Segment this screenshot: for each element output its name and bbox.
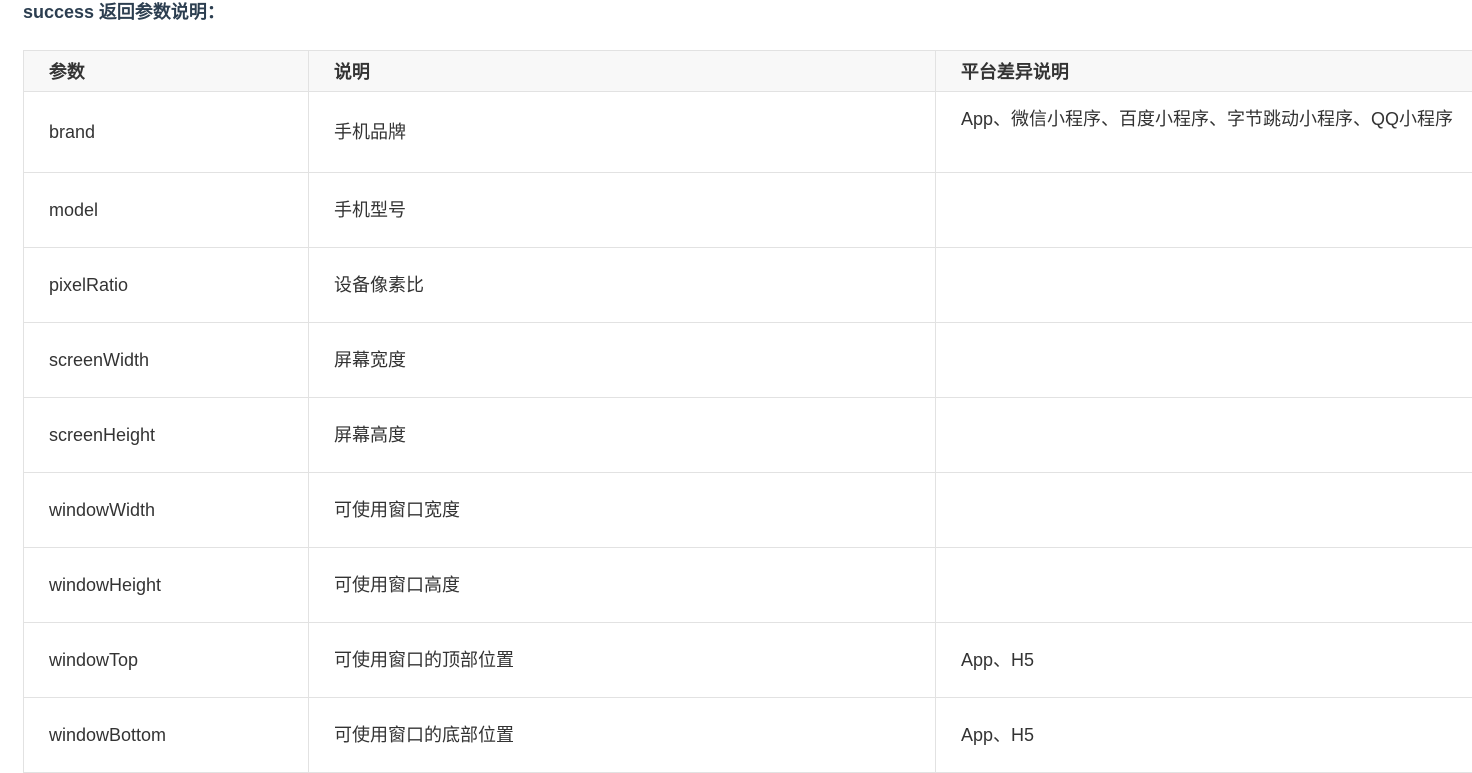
param-name-cell: model bbox=[24, 173, 309, 248]
header-platform-diff: 平台差异说明 bbox=[936, 51, 1472, 92]
table-row: windowWidth 可使用窗口宽度 bbox=[24, 473, 1472, 548]
table-row: screenHeight 屏幕高度 bbox=[24, 398, 1472, 473]
param-name-cell: pixelRatio bbox=[24, 248, 309, 323]
param-platform-cell bbox=[936, 323, 1472, 398]
param-description-cell: 可使用窗口高度 bbox=[309, 548, 936, 623]
param-description-cell: 可使用窗口的顶部位置 bbox=[309, 623, 936, 698]
param-platform-cell bbox=[936, 548, 1472, 623]
table-row: windowBottom 可使用窗口的底部位置 App、H5 bbox=[24, 698, 1472, 773]
header-description: 说明 bbox=[309, 51, 936, 92]
header-param: 参数 bbox=[24, 51, 309, 92]
param-name-cell: windowHeight bbox=[24, 548, 309, 623]
param-description-cell: 手机型号 bbox=[309, 173, 936, 248]
param-platform-cell bbox=[936, 473, 1472, 548]
table-row: model 手机型号 bbox=[24, 173, 1472, 248]
param-platform-cell: App、H5 bbox=[936, 698, 1472, 773]
param-description-cell: 屏幕宽度 bbox=[309, 323, 936, 398]
param-platform-cell bbox=[936, 398, 1472, 473]
param-name-cell: windowTop bbox=[24, 623, 309, 698]
table-row: windowHeight 可使用窗口高度 bbox=[24, 548, 1472, 623]
param-name-cell: screenHeight bbox=[24, 398, 309, 473]
param-name-cell: brand bbox=[24, 92, 309, 173]
param-description-cell: 手机品牌 bbox=[309, 92, 936, 173]
table-header-row: 参数 说明 平台差异说明 bbox=[24, 51, 1472, 92]
param-name-cell: windowWidth bbox=[24, 473, 309, 548]
param-description-cell: 可使用窗口的底部位置 bbox=[309, 698, 936, 773]
params-table: 参数 说明 平台差异说明 brand 手机品牌 App、微信小程序、百度小程序、… bbox=[23, 50, 1472, 773]
table-row: pixelRatio 设备像素比 bbox=[24, 248, 1472, 323]
param-platform-cell: App、H5 bbox=[936, 623, 1472, 698]
param-description-cell: 屏幕高度 bbox=[309, 398, 936, 473]
table-row: windowTop 可使用窗口的顶部位置 App、H5 bbox=[24, 623, 1472, 698]
section-title: success 返回参数说明： bbox=[23, 0, 225, 26]
param-description-cell: 可使用窗口宽度 bbox=[309, 473, 936, 548]
param-platform-cell: App、微信小程序、百度小程序、字节跳动小程序、QQ小程序 bbox=[936, 92, 1472, 173]
param-description-cell: 设备像素比 bbox=[309, 248, 936, 323]
param-platform-cell bbox=[936, 248, 1472, 323]
param-name-cell: windowBottom bbox=[24, 698, 309, 773]
table-row: screenWidth 屏幕宽度 bbox=[24, 323, 1472, 398]
param-name-cell: screenWidth bbox=[24, 323, 309, 398]
param-platform-cell bbox=[936, 173, 1472, 248]
table-row: brand 手机品牌 App、微信小程序、百度小程序、字节跳动小程序、QQ小程序 bbox=[24, 92, 1472, 173]
